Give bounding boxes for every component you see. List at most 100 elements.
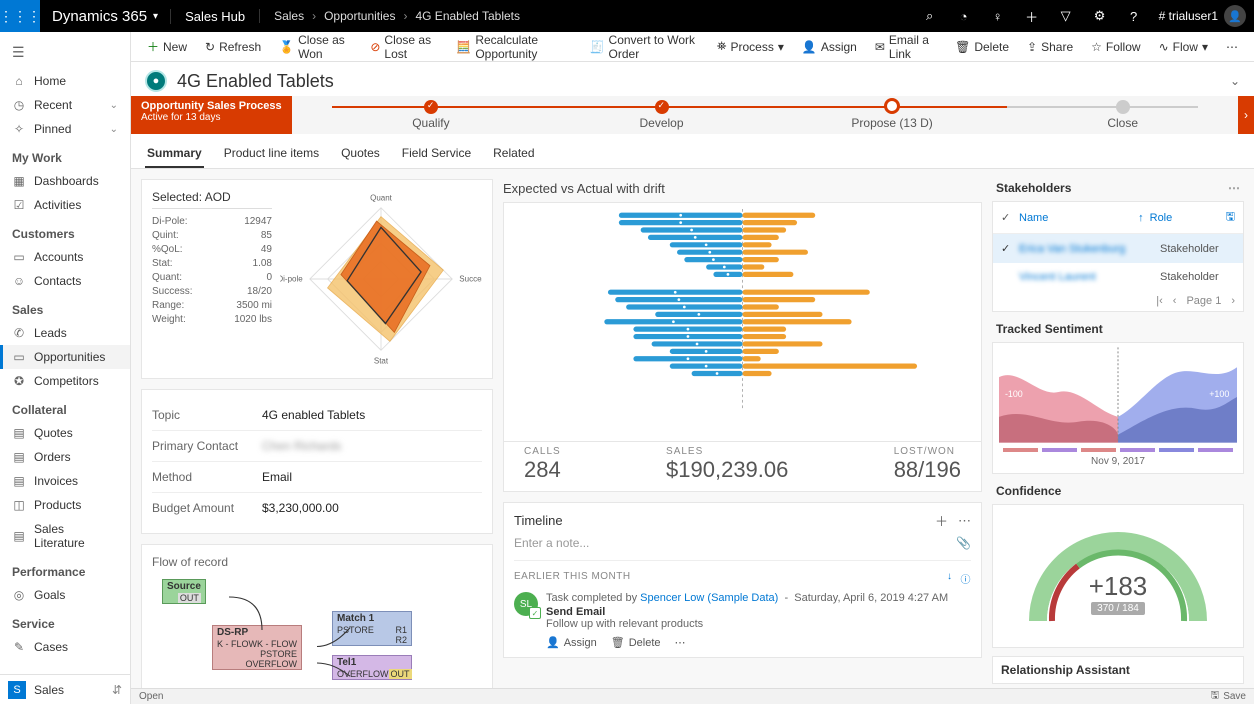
tab-product-line-items[interactable]: Product line items [222,140,321,168]
bpf-stage-propose[interactable]: Propose (13 D) [777,96,1008,134]
nav-competitors[interactable]: ✪Competitors [0,369,130,393]
nav-contacts[interactable]: ☺Contacts [0,269,130,293]
bpf-stage-close[interactable]: Close [1007,96,1238,134]
delete-button[interactable]: 🗑Delete [947,33,1017,61]
search-icon[interactable]: ⌕ [913,0,947,32]
close-won-button[interactable]: 🏅Close as Won [271,33,360,61]
timeline-user-link[interactable]: Spencer Low (Sample Data) [640,592,778,604]
stakeholder-row[interactable]: ✓Erica Van StukenburgStakeholder [993,234,1243,263]
share-button[interactable]: ⇪Share [1019,33,1081,61]
flow-button[interactable]: ∿Flow ▾ [1151,33,1216,61]
radar-stat: Stat:1.08 [152,257,272,271]
field-value[interactable]: Chen Richards [262,439,341,453]
entry-delete-button[interactable]: 🗑Delete [611,636,661,649]
nav-recent[interactable]: ◷Recent⌄ [0,93,130,117]
radar-stat: %QoL:49 [152,243,272,257]
note-input[interactable]: Enter a note...📎 [514,530,971,561]
nav-home[interactable]: ⌂Home [0,69,130,93]
assist-icon[interactable]: ♀ [981,0,1015,32]
nav-cases[interactable]: ✎Cases [0,635,130,659]
sort-icon[interactable]: ↑ [1138,212,1144,224]
nav-goals[interactable]: ◎Goals [0,583,130,607]
nav-opportunities[interactable]: ▭Opportunities [0,345,130,369]
svg-text:-100: -100 [1005,389,1023,399]
tab-quotes[interactable]: Quotes [339,140,382,168]
close-lost-button[interactable]: ⊘Close as Lost [362,33,446,61]
svg-text:+100: +100 [1209,389,1229,399]
entry-assign-button[interactable]: 👤Assign [546,636,597,649]
recalc-button[interactable]: 🧮Recalculate Opportunity [448,33,579,61]
filter-icon[interactable]: ▽ [1049,0,1083,32]
assign-icon: 👤 [802,40,817,54]
hamburger-icon[interactable]: ☰ [0,40,130,69]
process-button[interactable]: ⛯Process ▾ [709,33,792,61]
app-name[interactable]: Dynamics 365▾ [40,8,170,25]
page-next-icon[interactable]: › [1231,295,1235,307]
nav-sales-literature[interactable]: ▤Sales Literature [0,517,130,555]
stakeholder-name[interactable]: Erica Van Stukenburg [1019,243,1160,255]
col-role[interactable]: Role [1150,212,1220,224]
crumb-opportunities[interactable]: Opportunities [324,9,395,23]
stakeholder-row[interactable]: Vincent LaurentStakeholder [993,263,1243,291]
nav-products[interactable]: ◫Products [0,493,130,517]
area-label: Sales [34,683,64,697]
overflow-button[interactable]: ⋯ [1218,33,1246,61]
field-value[interactable]: Email [262,470,292,484]
relationship-assistant-title[interactable]: Relationship Assistant [992,656,1244,684]
bpf-name[interactable]: Opportunity Sales Process Active for 13 … [131,96,292,134]
field-value[interactable]: 4G enabled Tablets [262,408,365,422]
save-icon: 🖫 [1211,688,1220,705]
hub-name[interactable]: Sales Hub [170,9,259,24]
more-icon[interactable]: ⋯ [958,513,971,529]
page-prev-icon[interactable]: ‹ [1173,295,1177,307]
check-icon[interactable]: ✓ [1001,211,1019,224]
page-first-icon[interactable]: |‹ [1156,295,1163,307]
info-icon[interactable]: ⓘ [961,571,972,586]
user-menu[interactable]: # trialuser1👤 [1151,5,1254,27]
tab-field-service[interactable]: Field Service [400,140,473,168]
nav-orders[interactable]: ▤Orders [0,445,130,469]
nav-leads[interactable]: ✆Leads [0,321,130,345]
bpf-advance-button[interactable]: › [1238,96,1254,134]
svg-text:Di-pole: Di-pole [280,275,303,284]
stakeholder-name[interactable]: Vincent Laurent [1019,271,1160,283]
email-link-button[interactable]: ✉Email a Link [867,33,945,61]
nav-dashboards[interactable]: ▦Dashboards [0,169,130,193]
crumb-sales[interactable]: Sales [274,9,304,23]
add-icon[interactable]: ＋ [935,511,948,530]
area-picker[interactable]: S Sales ⇵ [0,674,130,704]
field-value[interactable]: $3,230,000.00 [262,501,339,515]
nav-activities[interactable]: ☑Activities [0,193,130,217]
nav-invoices[interactable]: ▤Invoices [0,469,130,493]
nav-label: Orders [34,450,71,464]
refresh-button[interactable]: ↻Refresh [197,33,269,61]
expand-header-button[interactable]: ⌄ [1230,74,1240,88]
nav-pinned[interactable]: ✧Pinned⌄ [0,117,130,141]
plus-icon: ＋ [147,38,159,55]
tab-summary[interactable]: Summary [145,140,204,168]
task-icon[interactable]: ◔ [947,0,981,32]
settings-icon[interactable]: ⚙ [1083,0,1117,32]
bpf-stage-develop[interactable]: Develop [546,96,777,134]
assign-button[interactable]: 👤Assign [794,33,865,61]
entry-more-button[interactable]: ⋯ [675,636,686,649]
radar-selected-label: Selected: AOD [152,190,272,209]
save-icon[interactable]: 🖫 [1226,208,1235,227]
col-name[interactable]: Name [1019,212,1138,224]
add-icon[interactable]: ＋ [1015,0,1049,32]
follow-button[interactable]: ☆Follow [1083,33,1148,61]
new-button[interactable]: ＋New [139,33,195,61]
tab-related[interactable]: Related [491,140,536,168]
more-icon[interactable]: ⋯ [1228,181,1240,195]
app-launcher[interactable]: ⋮⋮⋮ [0,0,40,32]
attach-icon[interactable]: 📎 [956,536,971,550]
avatar: SL✓ [514,592,538,616]
bpf-stage-qualify[interactable]: Qualify [316,96,547,134]
save-button[interactable]: 🖫Save [1211,688,1246,705]
nav-quotes[interactable]: ▤Quotes [0,421,130,445]
help-icon[interactable]: ? [1117,0,1151,32]
convert-button[interactable]: 🧾Convert to Work Order [582,33,707,61]
nav-accounts[interactable]: ▭Accounts [0,245,130,269]
sort-icon[interactable]: ↓ [947,571,953,586]
denied-icon: ⊘ [370,40,380,54]
